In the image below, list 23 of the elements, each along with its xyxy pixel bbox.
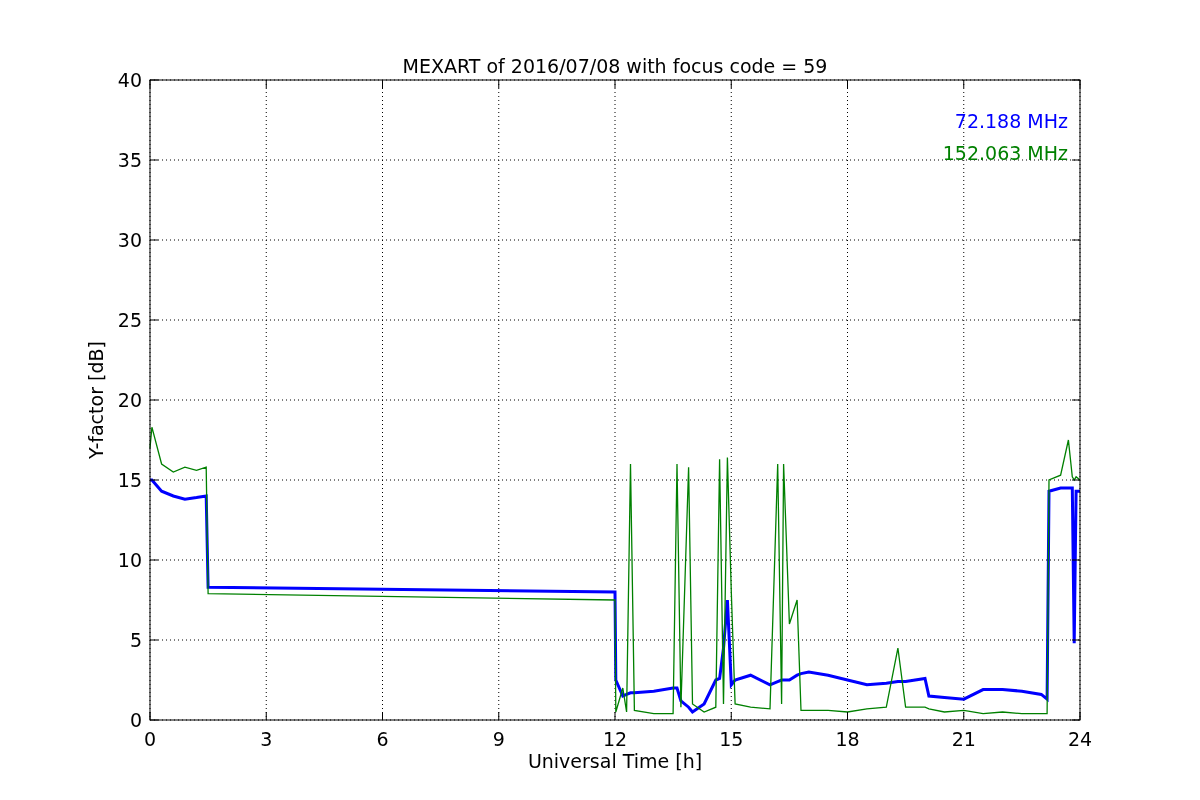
legend-label: 72.188 MHz: [954, 110, 1068, 132]
legend-label: 152.063 MHz: [942, 142, 1068, 164]
tick-label: 10: [117, 549, 142, 571]
tick-label: 35: [117, 149, 142, 171]
chart-title: MEXART of 2016/07/08 with focus code = 59: [402, 55, 828, 77]
x-axis-label: Universal Time [h]: [527, 750, 703, 772]
tick-label: 0: [143, 728, 157, 750]
y-axis-label: Y-factor [dB]: [85, 341, 107, 459]
tick-label: 9: [492, 728, 505, 750]
tick-label: 20: [117, 389, 142, 411]
tick-label: 5: [129, 629, 142, 651]
tick-label: 0: [129, 709, 142, 731]
tick-label: 3: [260, 728, 273, 750]
tick-label: 6: [376, 728, 389, 750]
tick-label: 15: [117, 469, 142, 491]
tick-label: 40: [117, 69, 142, 91]
tick-label: 21: [951, 728, 976, 750]
tick-label: 24: [1067, 728, 1093, 750]
tick-label: 12: [602, 728, 628, 750]
tick-label: 15: [719, 728, 744, 750]
tick-label: 30: [117, 229, 142, 251]
tick-label: 18: [835, 728, 860, 750]
tick-label: 25: [117, 309, 142, 331]
